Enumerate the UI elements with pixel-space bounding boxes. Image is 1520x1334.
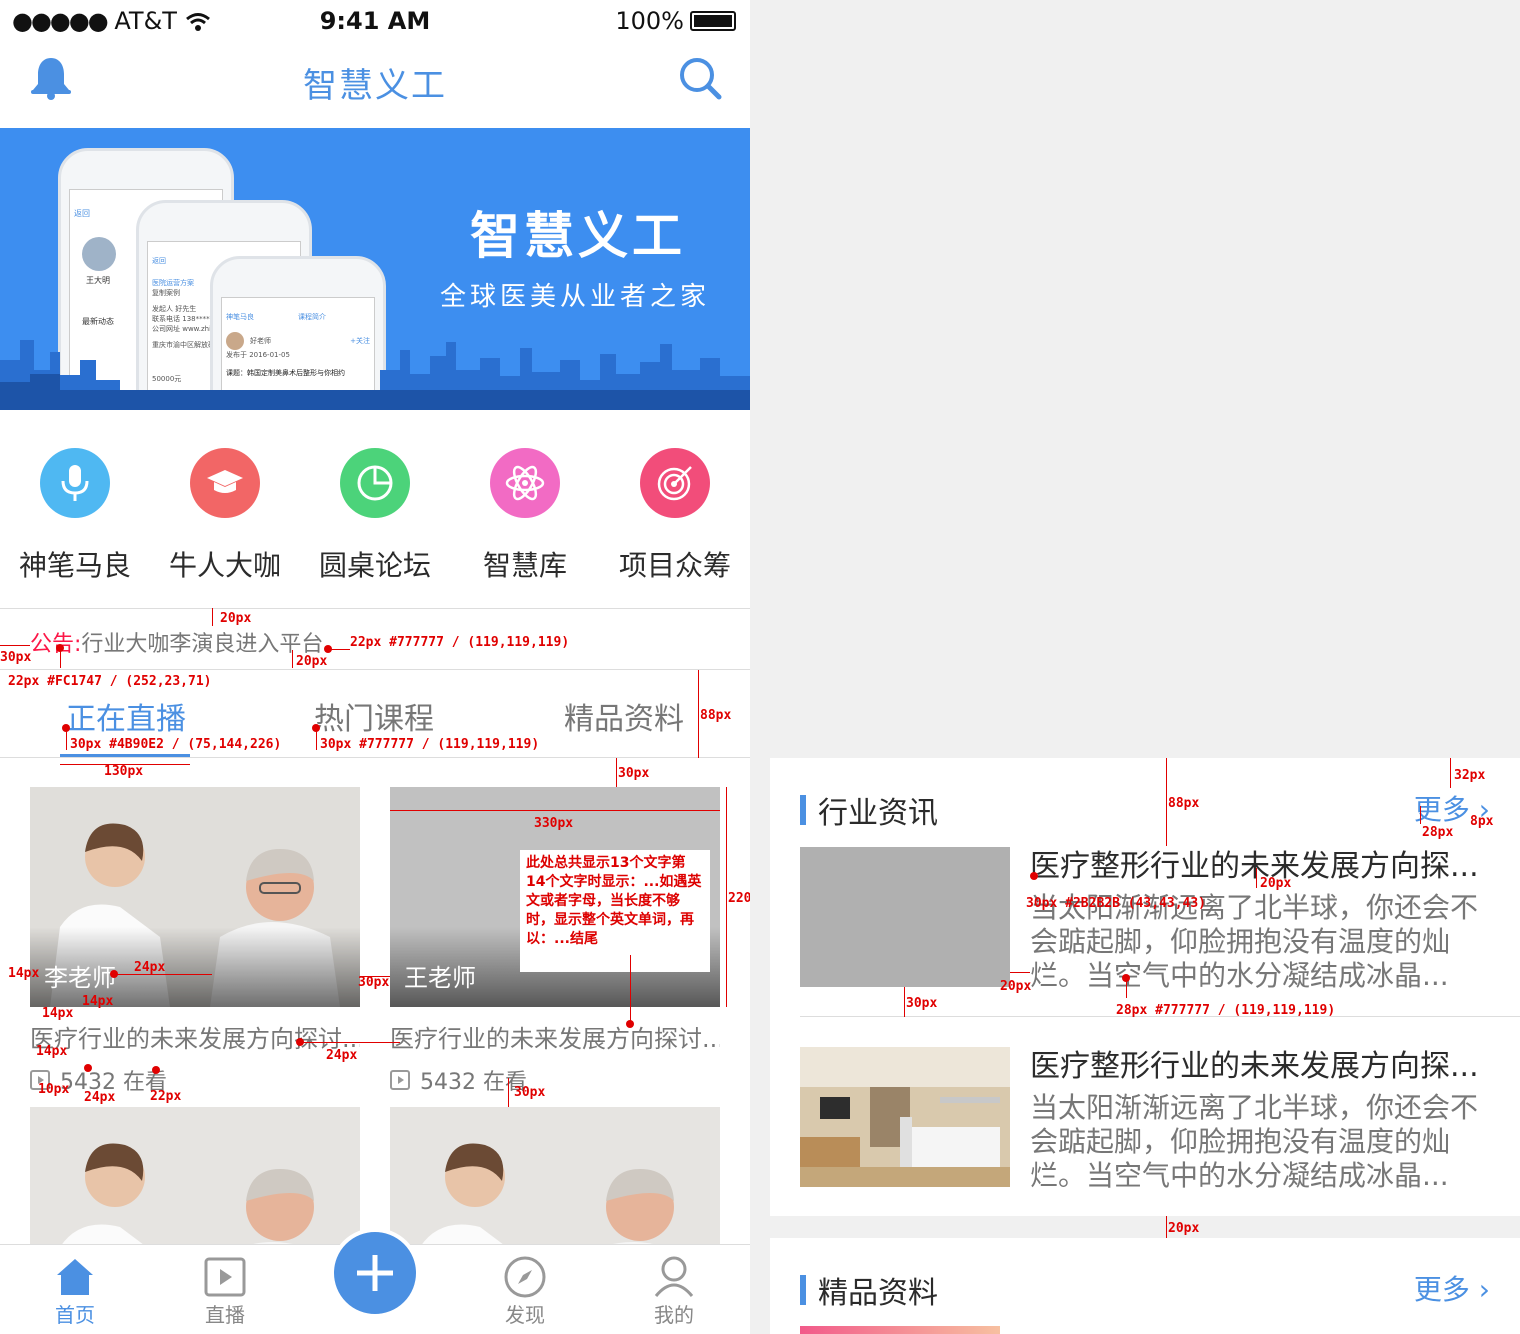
- banner-title: 智慧义工: [470, 207, 686, 265]
- hospital-room-photo: [800, 1047, 1010, 1187]
- microphone-icon: [40, 448, 110, 518]
- play-icon: [390, 1070, 410, 1090]
- notice-bar[interactable]: 公告:行业大咖李演良进入平台: [30, 626, 323, 658]
- nav-bar: 智慧义工: [0, 40, 750, 128]
- material-thumbnail: [800, 1326, 1000, 1334]
- plus-icon: [357, 1255, 393, 1291]
- city-skyline-illustration: [0, 340, 750, 410]
- more-link[interactable]: 更多 ›: [1414, 1268, 1490, 1308]
- home-screen-continued: 行业资讯 更多 › 医疗整形行业的未来发展方向探... 当太阳渐渐远离了北半球，…: [770, 0, 1520, 1334]
- battery: 100%: [615, 7, 736, 35]
- chevron-right-icon: ›: [1469, 1273, 1490, 1306]
- section-header: 行业资讯: [800, 788, 938, 832]
- truncation-note: 此处总共显示13个文字第14个文字时显示：...如遇英文或者字母，当长度不够时，…: [520, 850, 710, 972]
- battery-icon: [690, 11, 736, 31]
- promo-banner[interactable]: 返回 王大明 最新动态 返回 医院运营方案 复制案例 发起人 好先生 联系电话 …: [0, 128, 750, 410]
- category-grid: 神笔马良 牛人大咖 圆桌论坛 智慧库 项目众筹: [0, 410, 750, 608]
- news-summary: 当太阳渐渐远离了北半球，你还会不会踮起脚，仰脸拥抱没有温度的灿烂。当空气中的水分…: [1030, 1091, 1479, 1192]
- teacher-name: 李老师: [44, 964, 116, 992]
- banner-subtitle: 全球医美从业者之家: [440, 282, 711, 312]
- home-icon: [57, 1259, 93, 1295]
- course-title: 医疗行业的未来发展方向探讨...: [30, 1025, 360, 1053]
- mockup-avatar: [82, 237, 116, 271]
- category-item[interactable]: 神笔马良: [0, 448, 150, 584]
- add-button[interactable]: [330, 1228, 420, 1318]
- category-item[interactable]: 项目众筹: [600, 448, 750, 584]
- graduation-cap-icon: [190, 448, 260, 518]
- news-item[interactable]: 医疗整形行业的未来发展方向探... 当太阳渐渐远离了北半球，你还会不会踮起脚，仰…: [800, 1047, 1490, 1192]
- home-screen: ●●●●● AT&T 9:41 AM 100% 智慧义工 返回 王大明 最新动态: [0, 0, 750, 1334]
- status-bar: ●●●●● AT&T 9:41 AM 100%: [0, 0, 750, 40]
- news-thumbnail-placeholder: [800, 847, 1010, 987]
- industry-news-section: 行业资讯 更多 › 医疗整形行业的未来发展方向探... 当太阳渐渐远离了北半球，…: [770, 758, 1520, 1216]
- notice-text: 行业大咖李演良进入平台: [81, 632, 324, 657]
- target-icon: [640, 448, 710, 518]
- search-icon[interactable]: [678, 56, 722, 104]
- category-item[interactable]: 智慧库: [450, 448, 600, 584]
- tab-hot-courses[interactable]: 热门课程: [314, 694, 434, 738]
- tabbar-profile[interactable]: 我的: [624, 1255, 724, 1328]
- atom-icon: [490, 448, 560, 518]
- category-item[interactable]: 牛人大咖: [150, 448, 300, 584]
- page-title: 智慧义工: [303, 66, 447, 106]
- notice-label: 公告:: [30, 632, 82, 657]
- teacher-name: 王老师: [404, 964, 476, 992]
- user-icon: [654, 1256, 694, 1297]
- live-card[interactable]: 李老师 医疗行业的未来发展方向探讨... 5432 在看: [30, 787, 360, 1096]
- play-icon: [204, 1257, 246, 1297]
- course-title: 医疗行业的未来发展方向探讨...: [390, 1025, 720, 1053]
- section-header: 精品资料: [800, 1268, 938, 1312]
- divider: [0, 757, 750, 758]
- premium-materials-section: 精品资料 更多 ›: [770, 1238, 1520, 1334]
- viewer-count: 5432 在看: [30, 1064, 360, 1096]
- tab-live[interactable]: 正在直播: [66, 694, 186, 738]
- divider: [0, 608, 750, 609]
- tabbar-home[interactable]: 首页: [25, 1255, 125, 1328]
- viewer-count: 5432 在看: [390, 1064, 720, 1096]
- category-item[interactable]: 圆桌论坛: [300, 448, 450, 584]
- pie-chart-icon: [340, 448, 410, 518]
- news-title: 医疗整形行业的未来发展方向探...: [1030, 1049, 1479, 1084]
- compass-icon: [504, 1256, 546, 1298]
- tabbar-discover[interactable]: 发现: [475, 1255, 575, 1328]
- tab-premium-materials[interactable]: 精品资料: [564, 694, 684, 738]
- news-item[interactable]: 医疗整形行业的未来发展方向探... 当太阳渐渐远离了北半球，你还会不会踮起脚，仰…: [800, 847, 1490, 992]
- tabbar-live[interactable]: 直播: [175, 1255, 275, 1328]
